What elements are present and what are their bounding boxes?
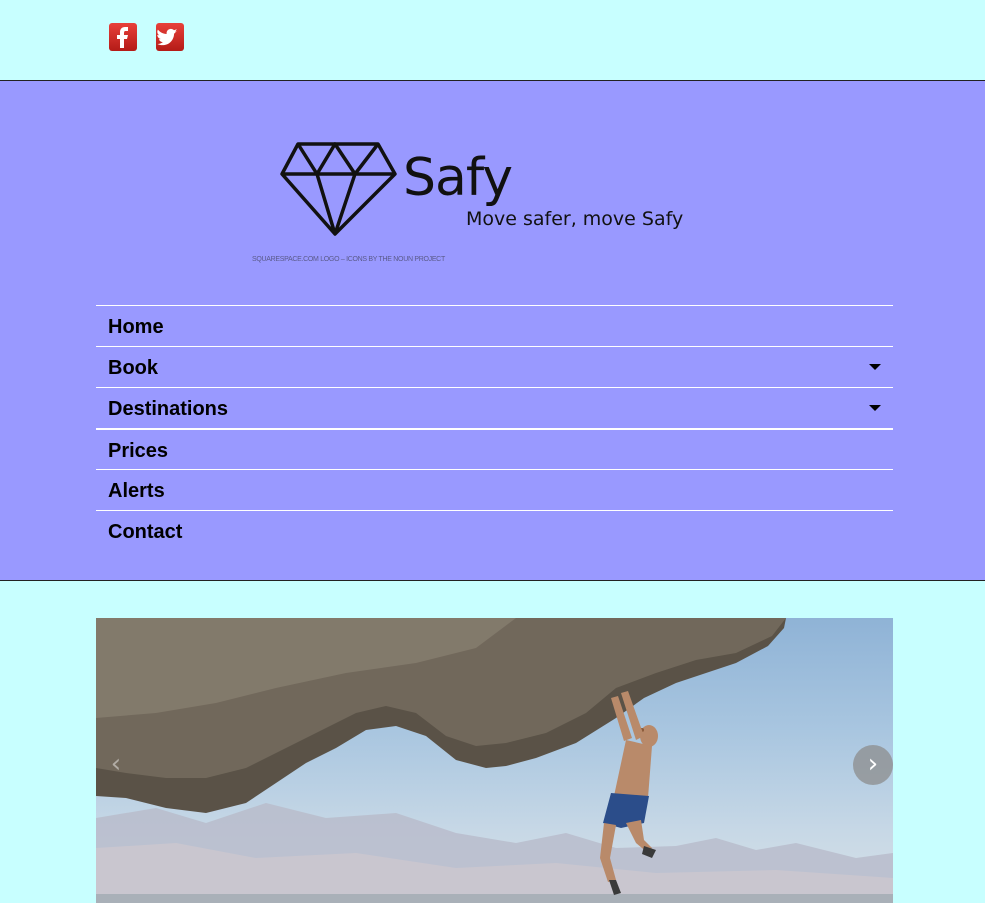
twitter-icon[interactable] [156,23,184,51]
nav-item-book[interactable]: Book [96,346,893,387]
brand-name: Safy [403,148,513,208]
facebook-icon[interactable] [109,23,137,51]
nav-label: Prices [108,440,169,462]
nav-item-home[interactable]: Home [96,305,893,346]
site-header: Safy Move safer, move Safy SQUARESPACE.C… [0,81,985,581]
site-logo[interactable]: Safy Move safer, move Safy SQUARESPACE.C… [250,136,720,271]
nav-item-contact[interactable]: Contact [96,510,893,551]
nav-item-destinations[interactable]: Destinations [96,387,893,428]
nav-item-alerts[interactable]: Alerts [96,469,893,510]
main-navigation: Home Book Destinations Prices Alerts Con… [96,305,893,551]
slider-prev-button[interactable]: ‹ [96,745,136,785]
nav-label: Book [108,357,158,379]
nav-item-prices[interactable]: Prices [96,428,893,469]
climber-photo [96,618,893,903]
nav-label: Contact [108,521,183,543]
top-bar [0,0,985,81]
logo-credit: SQUARESPACE.COM LOGO – ICONS BY THE NOUN… [252,256,445,263]
nav-label: Alerts [108,480,165,502]
slider-next-button[interactable]: › [853,745,893,785]
nav-label: Destinations [108,398,229,420]
caret-down-icon[interactable] [869,364,881,370]
caret-down-icon[interactable] [869,405,881,411]
brand-tagline: Move safer, move Safy [466,208,684,230]
diamond-icon [280,142,397,236]
nav-label: Home [108,316,164,338]
image-slider: ‹ › [96,618,893,903]
